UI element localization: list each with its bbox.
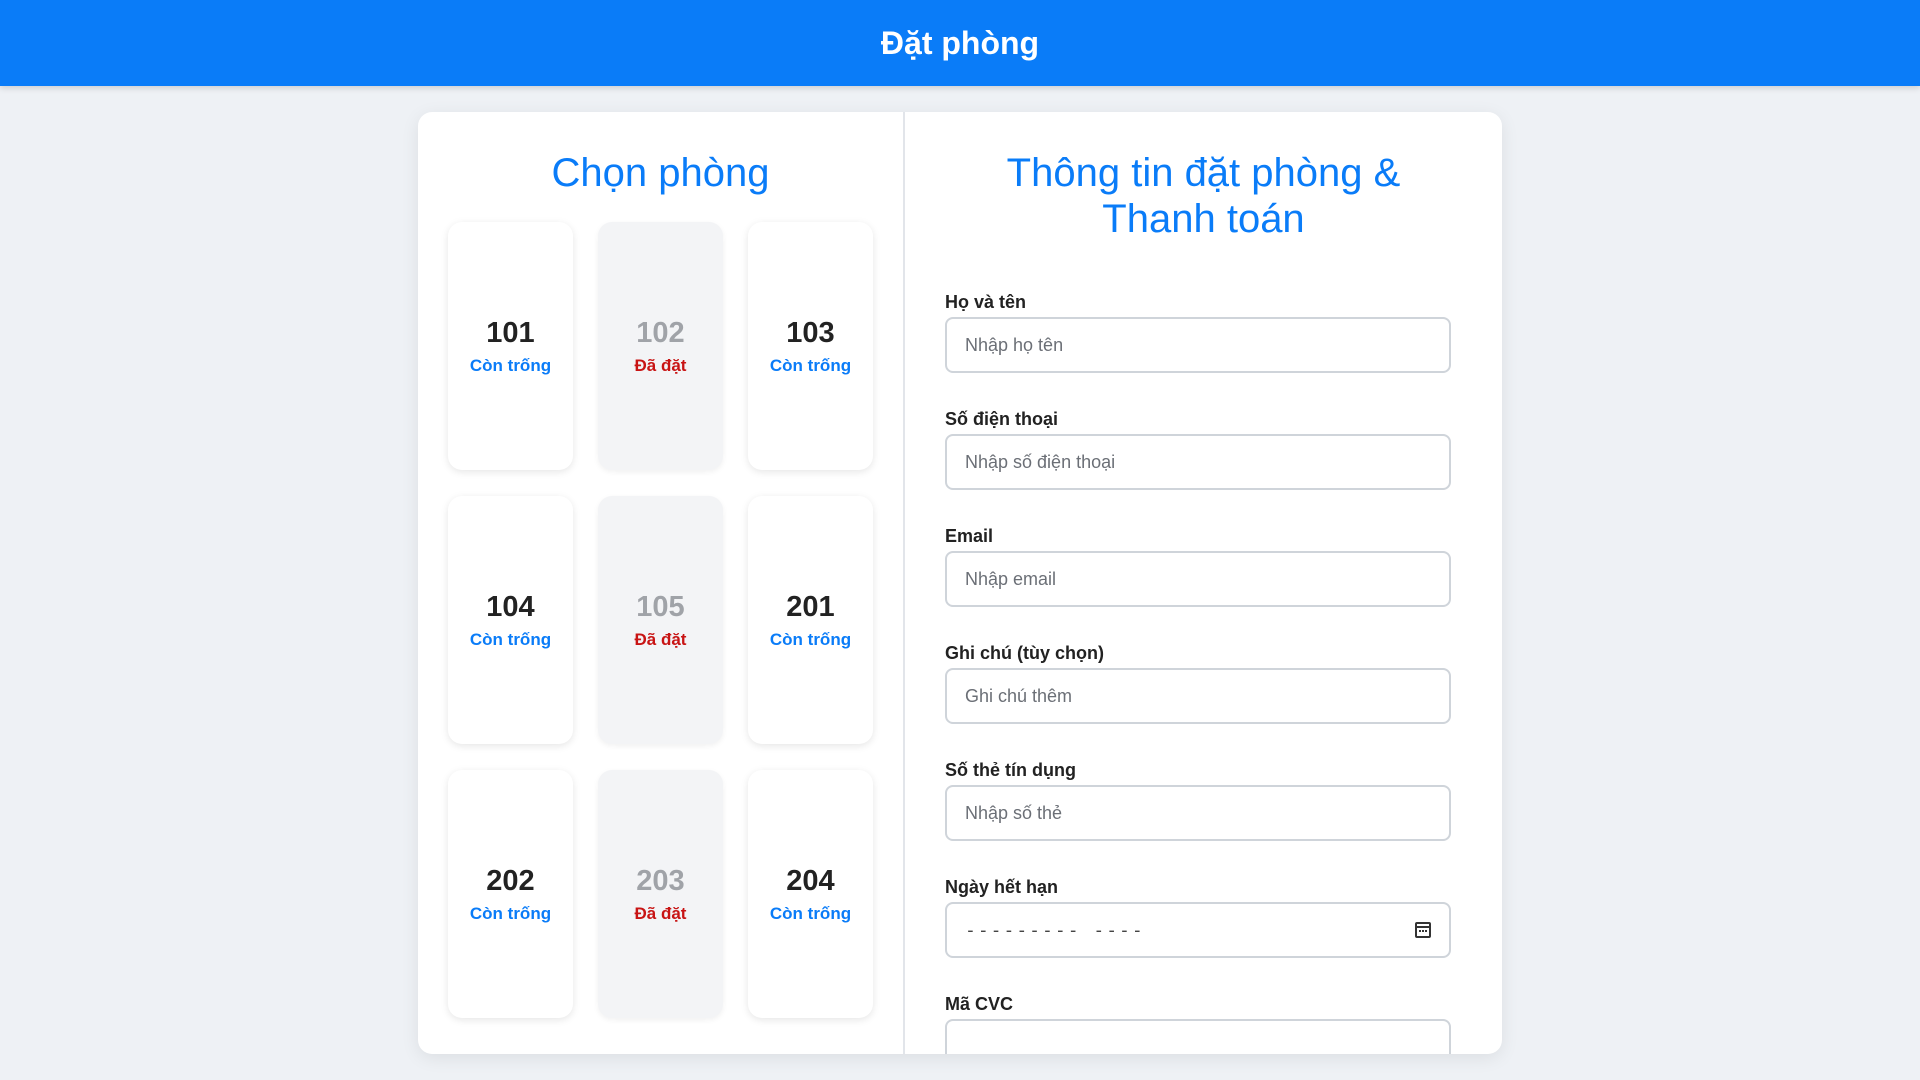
room-card-105[interactable]: 105 Đã đặt [598,496,723,744]
room-status: Còn trống [469,356,552,375]
card-number-input[interactable]: Nhập số thẻ [945,785,1451,841]
room-number: 101 [486,317,535,349]
expiry-field-group: Ngày hết hạn --------- ---- [945,867,1465,984]
room-card-203[interactable]: 203 Đã đặt [598,770,723,1018]
room-status: Còn trống [469,904,552,923]
note-placeholder: Ghi chú thêm [965,685,1073,706]
email-input[interactable]: Nhập email [945,551,1451,607]
booking-form[interactable]: Họ và tên Nhập họ tên Số điện thoại Nhập… [945,282,1465,1054]
phone-label: Số điện thoại [945,409,1059,429]
room-number: 204 [786,865,835,897]
room-number: 203 [636,865,685,897]
name-field-group: Họ và tên Nhập họ tên [945,282,1465,399]
note-label: Ghi chú (tùy chọn) [945,643,1104,663]
room-status: Đã đặt [634,630,687,649]
note-field-group: Ghi chú (tùy chọn) Ghi chú thêm [945,633,1465,750]
page-title: Đặt phòng [880,24,1040,61]
room-selection-title: Chọn phòng [551,151,770,195]
cvc-input[interactable] [945,1019,1451,1054]
email-label: Email [945,526,994,546]
note-input[interactable]: Ghi chú thêm [945,668,1451,724]
name-label: Họ và tên [945,292,1027,312]
room-card-104[interactable]: 104 Còn trống [448,496,573,744]
room-card-202[interactable]: 202 Còn trống [448,770,573,1018]
top-bar: Đặt phòng [0,0,1920,86]
booking-form-panel: Thông tin đặt phòng & Thanh toán Họ và t… [905,112,1502,1054]
booking-form-title: Thông tin đặt phòng & Thanh toán [1006,151,1401,241]
cvc-label: Mã CVC [945,994,1014,1014]
room-grid: 101 Còn trống 102 Đã đặt 103 Còn trống 1… [448,222,873,1018]
room-number: 201 [786,591,835,623]
room-status: Còn trống [769,904,852,923]
card-number-label: Số thẻ tín dụng [945,760,1076,780]
room-card-101[interactable]: 101 Còn trống [448,222,573,470]
room-selection-panel: Chọn phòng 101 Còn trống 102 Đã đặt 103 … [418,112,905,1054]
name-input[interactable]: Nhập họ tên [945,317,1451,373]
room-card-204[interactable]: 204 Còn trống [748,770,873,1018]
card-number-placeholder: Nhập số thẻ [965,802,1063,823]
room-number: 102 [636,317,685,349]
room-number: 105 [636,591,685,623]
room-status: Còn trống [469,630,552,649]
room-number: 202 [486,865,535,897]
room-card-102[interactable]: 102 Đã đặt [598,222,723,470]
name-placeholder: Nhập họ tên [965,334,1064,355]
room-card-201[interactable]: 201 Còn trống [748,496,873,744]
expiry-placeholder: --------- ---- [965,919,1145,941]
booking-card: Chọn phòng 101 Còn trống 102 Đã đặt 103 … [418,112,1502,1054]
email-field-group: Email Nhập email [945,516,1465,633]
card-field-group: Số thẻ tín dụng Nhập số thẻ [945,750,1465,867]
room-number: 103 [786,317,835,349]
expiry-label: Ngày hết hạn [945,877,1059,897]
phone-field-group: Số điện thoại Nhập số điện thoại [945,399,1465,516]
phone-placeholder: Nhập số điện thoại [965,451,1116,472]
room-status: Còn trống [769,630,852,649]
cvc-field-group: Mã CVC [945,984,1465,1054]
phone-input[interactable]: Nhập số điện thoại [945,434,1451,490]
room-number: 104 [486,591,535,623]
room-status: Đã đặt [634,356,687,375]
expiry-date-input[interactable]: --------- ---- [945,902,1451,958]
room-status: Đã đặt [634,904,687,923]
email-placeholder: Nhập email [965,568,1057,589]
room-card-103[interactable]: 103 Còn trống [748,222,873,470]
calendar-icon[interactable] [1415,922,1431,938]
room-status: Còn trống [769,356,852,375]
